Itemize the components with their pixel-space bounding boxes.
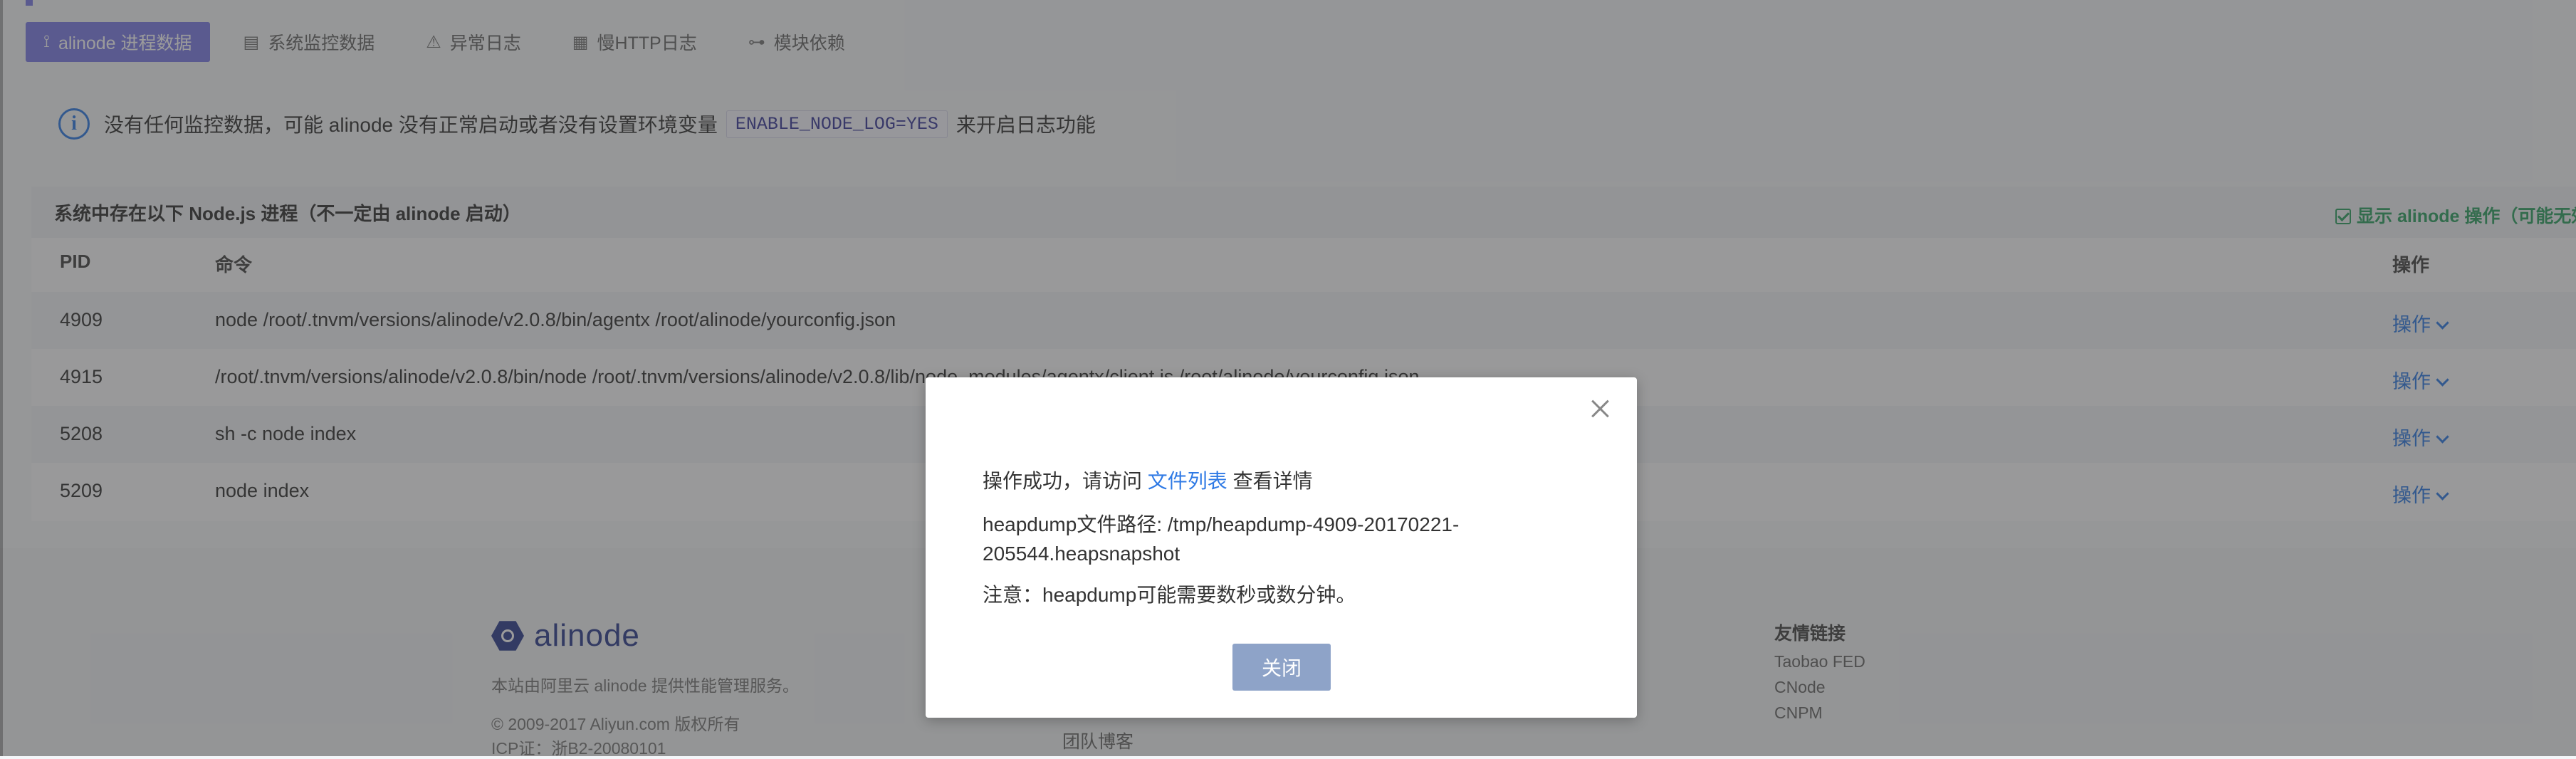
heapdump-path: heapdump文件路径: /tmp/heapdump-4909-2017022… [983, 513, 1460, 565]
success-prefix: 操作成功，请访问 [983, 470, 1143, 492]
close-icon[interactable] [1588, 397, 1611, 420]
file-list-link[interactable]: 文件列表 [1148, 470, 1227, 492]
success-suffix: 查看详情 [1232, 470, 1313, 492]
success-message: 操作成功，请访问 文件列表 查看详情 [983, 466, 1313, 494]
success-dialog: 操作成功，请访问 文件列表 查看详情 heapdump文件路径: /tmp/he… [926, 377, 1637, 718]
left-edge-strip [0, 0, 3, 756]
heapdump-notice: 注意：heapdump可能需要数秒或数分钟。 [983, 584, 1356, 606]
close-button[interactable]: 关闭 [1232, 644, 1331, 691]
